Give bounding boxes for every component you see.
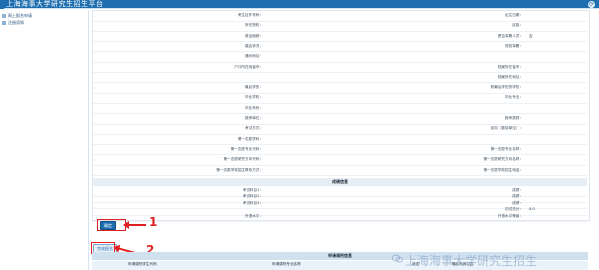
field-label: 毕业年份：: [245, 105, 263, 110]
field-label: 户口所在地省市：: [234, 64, 263, 69]
field-label: 民族：: [512, 23, 523, 28]
form-row: 第一志愿研究方向代码： 第一志愿研究方向名称：: [93, 156, 587, 166]
field-label: 毕业学校：: [245, 95, 263, 100]
form-row: 户口所在地省市： 档案所在省市：: [93, 64, 587, 73]
sidebar-item-label: 注册须知: [8, 20, 24, 25]
field-label: 考试方式：: [245, 126, 263, 131]
field-label: 第一志愿专业名称：: [490, 146, 523, 151]
form-row: 毕业年份：: [93, 105, 587, 115]
scores-section-title: 成绩信息: [93, 178, 587, 186]
form-row: 考生证件号码： 出生日期：: [93, 12, 587, 22]
column-header: 申请调剂专业名称: [272, 262, 301, 266]
refresh-icon[interactable]: ⟳: [588, 1, 595, 8]
field-label: 第一志愿学校招生联系方式：: [216, 167, 263, 172]
field-label: 定向（委培单位）：: [490, 126, 523, 131]
wechat-icon: [392, 254, 403, 263]
field-label: 报考单位：: [245, 116, 263, 120]
field-label: 成绩：: [512, 188, 523, 192]
form-row: 最后学历： 获最后学历的学校：: [93, 84, 587, 94]
form-row: 报考单位： 报考类别：: [93, 115, 587, 125]
field-label: 第一志愿学校招生电话：: [483, 167, 523, 172]
form-row: 第一志愿专业代码： 第一志愿专业名称：: [93, 146, 587, 156]
field-label: 第一志愿学科：: [237, 136, 263, 141]
form-row: 所在院校： 民族：: [93, 22, 587, 32]
form-row: 考试方式： 定向（委培单位）：: [93, 125, 587, 135]
field-label: 第一志愿专业代码：: [230, 146, 263, 151]
field-label: 报考类别：: [505, 116, 523, 120]
field-label: 毕业专业：: [505, 95, 523, 100]
sidebar-item-notice[interactable]: 注册须知: [2, 20, 24, 26]
field-label: 初试总分：: [505, 207, 523, 212]
form-row: 第一志愿学科：: [93, 136, 587, 146]
form-row: 政治面貌： 是否军籍人员： 否: [93, 33, 587, 43]
field-label: 考试科目2：: [242, 194, 263, 199]
field-label: 成绩：: [512, 194, 523, 199]
top-bar: 上海海事大学研究生招生平台 ⟳: [0, 0, 599, 9]
field-label: 外语水平等级：: [497, 213, 523, 218]
watermark-text: 上海海事大学研究生招生: [405, 254, 538, 268]
form-row: 通讯地址：: [93, 53, 587, 63]
field-label: 是否军籍人员：: [497, 33, 523, 38]
form-row: 婚否状况： 现役军籍：: [93, 43, 587, 53]
column-header: 申请调剂学生代码: [128, 262, 157, 266]
field-label: 现役军籍：: [505, 43, 523, 48]
field-label: 最后学历：: [245, 85, 263, 90]
form-row: 毕业学校： 毕业专业：: [93, 94, 587, 104]
title-divider: [4, 8, 599, 9]
field-value: 0.0: [529, 207, 535, 212]
annotation-number-1: 1: [149, 215, 158, 229]
form-row: 外语水平： 外语水平等级：: [93, 213, 587, 223]
form-row: 第一志愿学校招生联系方式： 第一志愿学校招生电话：: [93, 167, 587, 176]
document-icon: [2, 21, 6, 25]
field-label: 档案所在地址：: [497, 74, 523, 79]
field-label: 考生证件号码：: [237, 13, 263, 17]
field-label: 通讯地址：: [245, 54, 263, 59]
field-label: 所在院校：: [245, 23, 263, 28]
sidebar-item-apply[interactable]: 网上报名申请: [2, 13, 32, 19]
field-label: 婚否状况：: [245, 43, 263, 48]
field-label: 成绩：: [512, 200, 523, 205]
document-icon: [2, 14, 6, 18]
field-label: 第一志愿研究方向名称：: [483, 157, 523, 162]
field-label: 第一志愿研究方向代码：: [223, 157, 263, 162]
sidebar: 网上报名申请 注册须知: [0, 10, 89, 270]
field-value: 否: [529, 33, 533, 38]
field-label: 政治面貌：: [245, 33, 263, 38]
field-label: 考试科目3：: [242, 200, 263, 205]
annotation-arrow-1: [123, 221, 146, 229]
annotation-box-1: [97, 219, 126, 231]
field-label: 档案所在省市：: [497, 64, 523, 69]
main-content: 考生证件号码： 出生日期： 所在院校： 民族： 政治面貌： 是否军籍人员： 否婚否状况： 现役…: [92, 10, 599, 270]
field-label: 出生日期：: [505, 13, 523, 17]
sidebar-item-label: 网上报名申请: [8, 13, 32, 18]
field-label: 外语水平：: [245, 213, 263, 218]
field-label: 考试科目1：: [242, 188, 263, 192]
field-label: 获最后学历的学校：: [490, 85, 523, 90]
form-row: 档案所在地址：: [93, 74, 587, 84]
